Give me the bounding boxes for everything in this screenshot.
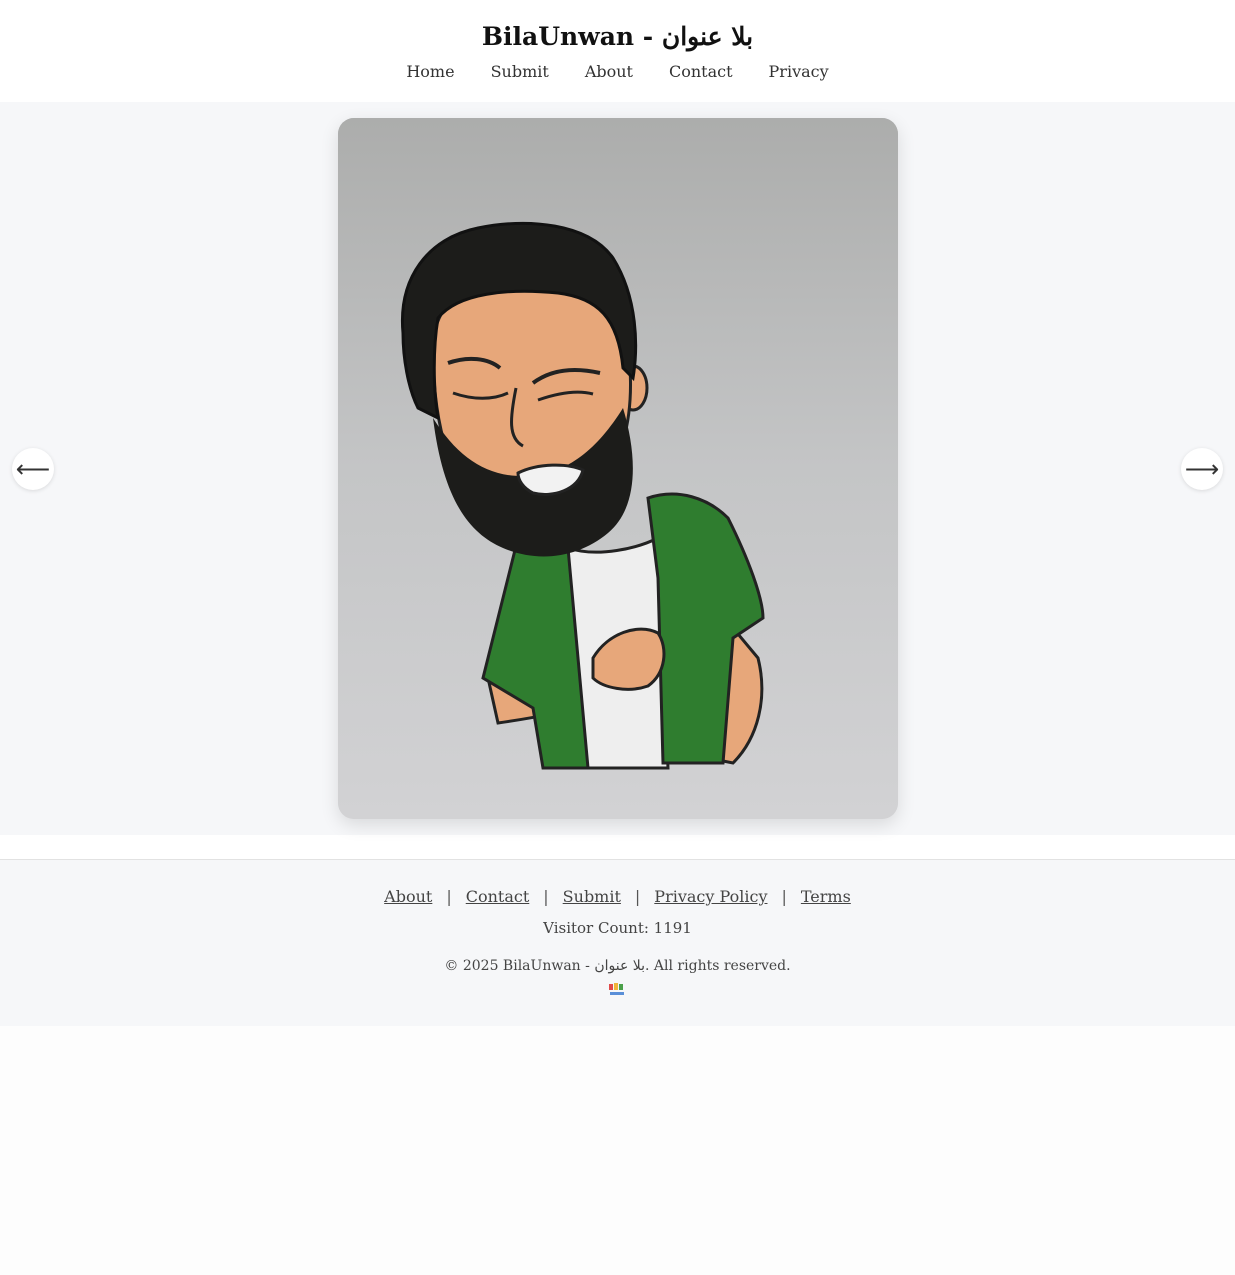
- footer-separator: |: [446, 887, 452, 906]
- footer-link-privacy-policy[interactable]: Privacy Policy: [654, 887, 767, 906]
- footer-link-contact[interactable]: Contact: [466, 887, 530, 906]
- nav-submit[interactable]: Submit: [491, 62, 549, 81]
- footer-separator: |: [543, 887, 549, 906]
- footer-link-submit[interactable]: Submit: [563, 887, 621, 906]
- nav-about[interactable]: About: [585, 62, 633, 81]
- artwork-image[interactable]: [338, 118, 898, 819]
- footer-link-about[interactable]: About: [384, 887, 432, 906]
- nav-home[interactable]: Home: [406, 62, 454, 81]
- site-header: BilaUnwan - بلا عنوان Home Submit About …: [0, 0, 1235, 102]
- artwork-gallery: ⟵ ⟶: [0, 102, 1235, 835]
- site-title[interactable]: BilaUnwan - بلا عنوان: [0, 22, 1235, 51]
- footer-links: About | Contact | Submit | Privacy Polic…: [0, 887, 1235, 906]
- artwork-drawing: [338, 118, 898, 819]
- footer-separator: |: [781, 887, 787, 906]
- site-badge-icon: [609, 983, 624, 995]
- section-gap: [0, 835, 1235, 859]
- footer-link-terms[interactable]: Terms: [801, 887, 851, 906]
- main-nav: Home Submit About Contact Privacy: [0, 62, 1235, 81]
- nav-privacy[interactable]: Privacy: [769, 62, 829, 81]
- previous-artwork-button[interactable]: ⟵: [12, 448, 54, 490]
- arrow-left-icon: ⟵: [15, 455, 51, 483]
- arrow-right-icon: ⟶: [1184, 455, 1220, 483]
- nav-contact[interactable]: Contact: [669, 62, 733, 81]
- footer-separator: |: [634, 887, 641, 906]
- visitor-count: Visitor Count: 1191: [543, 919, 692, 937]
- site-footer: About | Contact | Submit | Privacy Polic…: [0, 859, 1235, 1026]
- copyright: © 2025 BilaUnwan - بلا عنوان. All rights…: [444, 958, 791, 974]
- next-artwork-button[interactable]: ⟶: [1181, 448, 1223, 490]
